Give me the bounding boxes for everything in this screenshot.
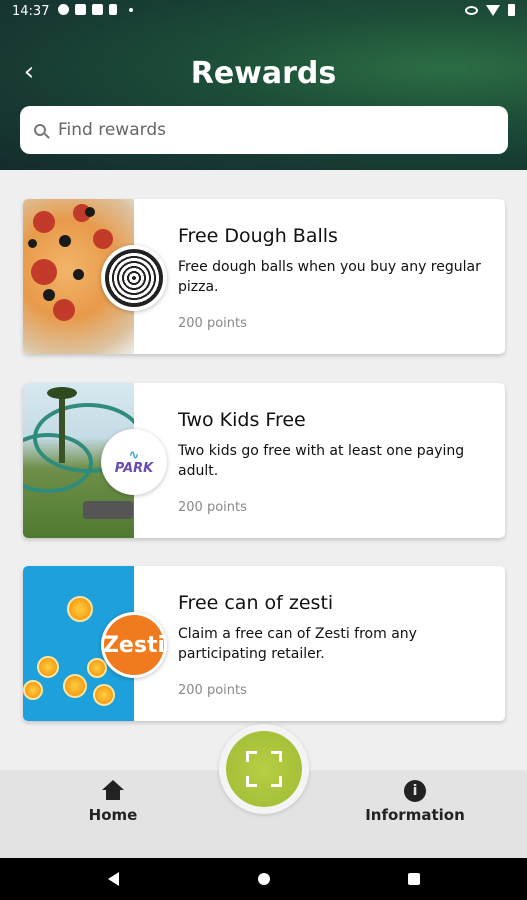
system-back-icon[interactable] bbox=[108, 872, 119, 886]
status-bar: 14:37 bbox=[0, 0, 527, 24]
eye-icon bbox=[465, 5, 478, 15]
nav-home[interactable]: Home bbox=[53, 780, 173, 824]
system-home-icon[interactable] bbox=[258, 873, 270, 885]
info-icon: i bbox=[404, 780, 426, 802]
system-status-icons bbox=[465, 4, 515, 16]
search-bar[interactable] bbox=[20, 106, 508, 154]
nav-home-label: Home bbox=[88, 806, 138, 824]
image-notification-icon bbox=[75, 4, 86, 15]
theme-park-logo-icon: ∿ PARK bbox=[114, 448, 154, 476]
reward-description: Free dough balls when you buy any regula… bbox=[178, 259, 481, 295]
search-icon bbox=[34, 124, 46, 136]
download-notification-icon bbox=[109, 4, 117, 15]
reward-points: 200 points bbox=[178, 500, 247, 515]
battery-icon bbox=[508, 4, 515, 16]
pizza-brand-logo bbox=[101, 245, 167, 311]
zesti-brand-logo: Zesti bbox=[101, 612, 167, 678]
zesti-logo-mark: Zesti bbox=[103, 615, 165, 675]
reward-title: Free can of zesti bbox=[178, 592, 334, 614]
home-icon bbox=[102, 780, 124, 802]
more-notifications-icon bbox=[129, 7, 133, 12]
reward-card-free-zesti[interactable]: Zesti Free can of zesti Claim a free can… bbox=[23, 566, 505, 721]
wifi-icon bbox=[486, 4, 500, 16]
theme-park-logo: ∿ PARK bbox=[101, 429, 167, 495]
reward-title: Free Dough Balls bbox=[178, 225, 338, 247]
scan-frame-icon bbox=[246, 751, 282, 787]
mail-notification-icon bbox=[92, 4, 103, 15]
reward-card-two-kids-free[interactable]: ∿ PARK Two Kids Free Two kids go free wit… bbox=[23, 383, 505, 538]
system-navigation-bar bbox=[0, 858, 527, 900]
page-title: Rewards bbox=[190, 56, 337, 91]
pizza-logo-icon bbox=[105, 249, 163, 307]
reward-card-dough-balls[interactable]: Free Dough Balls Free dough balls when y… bbox=[23, 199, 505, 354]
reward-title: Two Kids Free bbox=[178, 409, 306, 431]
scan-button[interactable] bbox=[226, 731, 302, 807]
reward-description: Two kids go free with at least one payin… bbox=[178, 443, 465, 479]
nav-information-label: Information bbox=[365, 806, 465, 824]
nav-information[interactable]: i Information bbox=[355, 780, 475, 824]
status-time: 14:37 bbox=[12, 4, 50, 19]
reward-points: 200 points bbox=[178, 316, 247, 331]
notification-icons bbox=[58, 4, 133, 15]
system-recents-icon[interactable] bbox=[408, 873, 420, 885]
notification-icon bbox=[58, 4, 69, 15]
reward-description: Claim a free can of Zesti from any parti… bbox=[178, 626, 417, 662]
reward-points: 200 points bbox=[178, 683, 247, 698]
app-header: 14:37 ‹ Rewards bbox=[0, 0, 527, 170]
search-input[interactable] bbox=[58, 120, 478, 140]
